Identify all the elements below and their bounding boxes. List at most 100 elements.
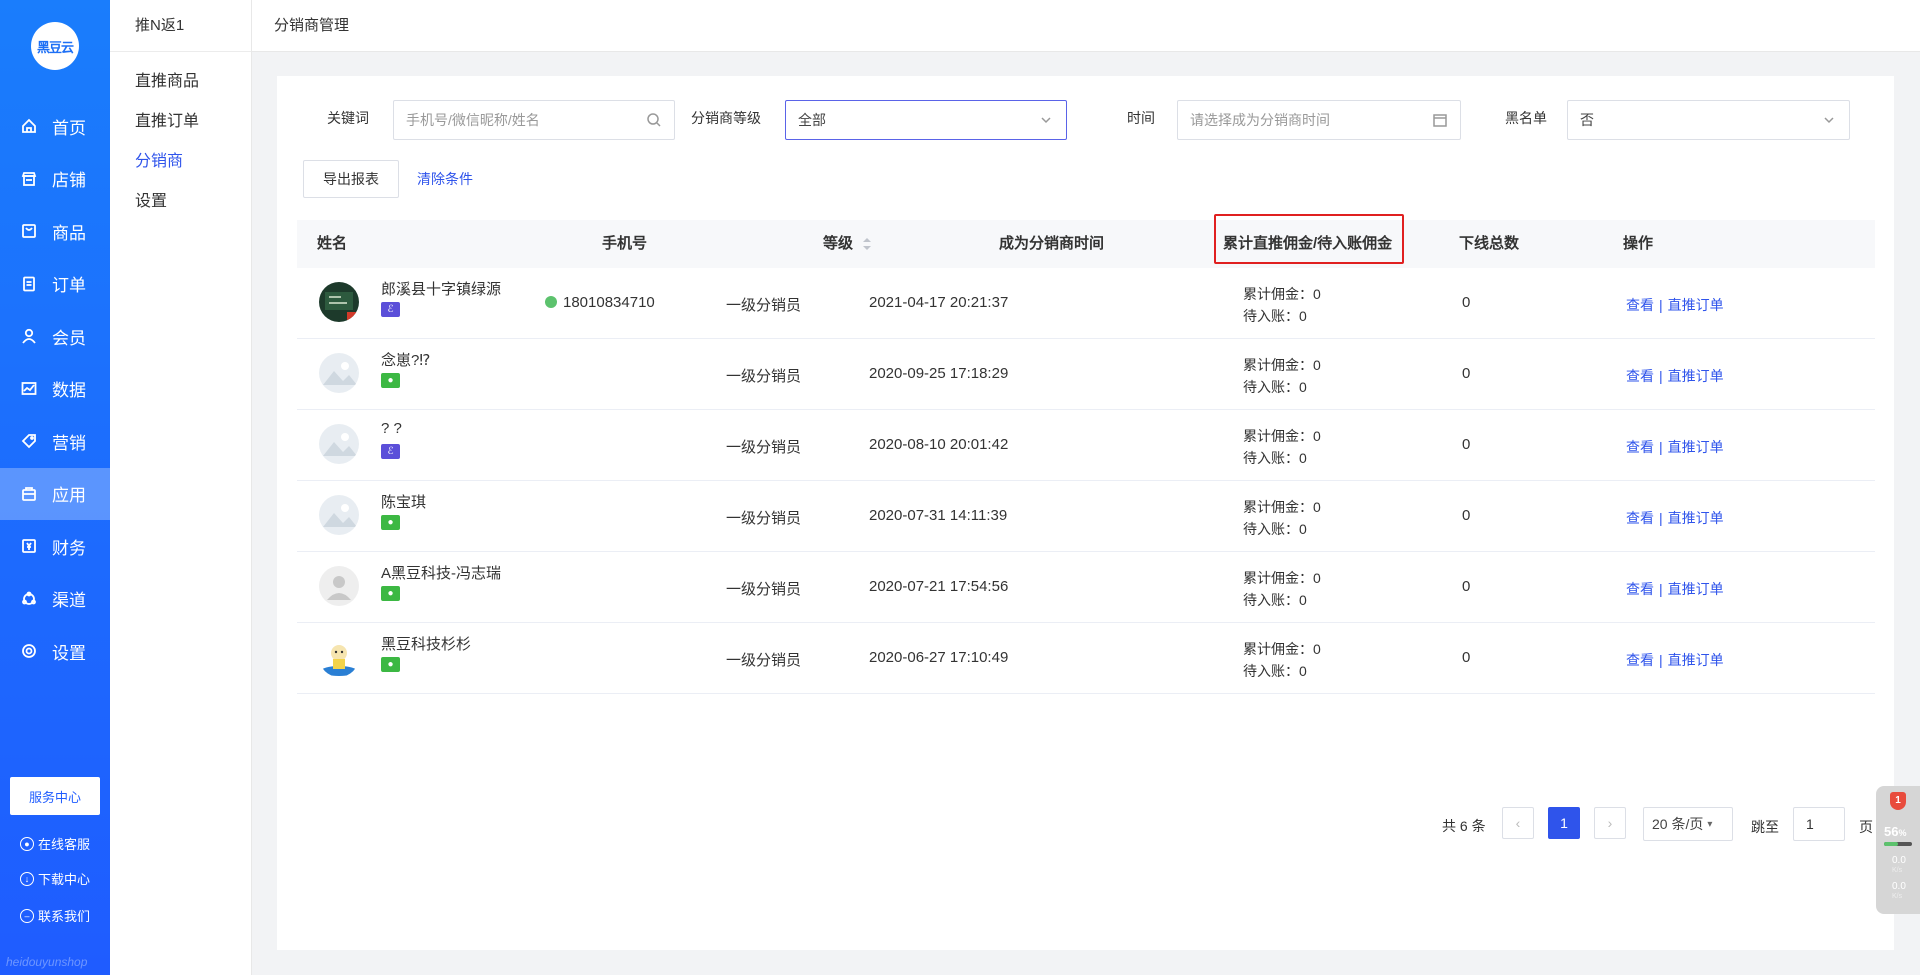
- contact-us-link[interactable]: – 联系我们: [20, 906, 90, 925]
- subnav-item[interactable]: 直推商品: [110, 62, 251, 102]
- blacklist-value: 否: [1580, 112, 1594, 128]
- subnav-item[interactable]: 设置: [110, 182, 251, 222]
- nav-item-finance[interactable]: 财务: [0, 520, 110, 573]
- pending-commission-value: 0: [1299, 450, 1307, 466]
- joined-time-cell: 2020-07-21 17:54:56: [869, 578, 1009, 595]
- nav-item-goods[interactable]: 商品: [0, 205, 110, 258]
- nav-item-tag[interactable]: 营销: [0, 415, 110, 468]
- prev-page-button[interactable]: ‹: [1502, 807, 1534, 839]
- total-commission: 累计佣金：0: [1243, 496, 1321, 518]
- top-bar: 分销商管理: [252, 0, 1920, 52]
- level-cell: 一级分销员: [726, 510, 802, 527]
- page-size-select[interactable]: 20 条/页 ▾: [1643, 807, 1733, 841]
- nav-item-app[interactable]: 应用: [0, 467, 110, 520]
- view-link[interactable]: 查看: [1626, 368, 1654, 384]
- app-icon: [20, 485, 38, 503]
- view-link[interactable]: 查看: [1626, 652, 1654, 668]
- commission-cell: 累计佣金：0 待入账：0: [1243, 638, 1321, 682]
- total-commission-value: 0: [1313, 357, 1321, 373]
- direct-orders-link[interactable]: 直推订单: [1668, 439, 1724, 455]
- table-row: ? ? ℰ 一级分销员 2020-08-10 20:01:42 累计佣金：0 待入账：0 0…: [297, 410, 1875, 481]
- nav-item-channel[interactable]: 渠道: [0, 573, 110, 626]
- watermark: heidouyunshop: [6, 955, 88, 969]
- joined-time-cell: 2020-08-10 20:01:42: [869, 436, 1009, 453]
- download-speed: 0.0 K/s: [1892, 882, 1906, 902]
- downline-count-cell: 0: [1462, 649, 1471, 666]
- direct-orders-link[interactable]: 直推订单: [1668, 297, 1724, 313]
- page-1-button[interactable]: 1: [1548, 807, 1580, 839]
- col-level[interactable]: 等级: [823, 220, 872, 268]
- nav-item-gear[interactable]: 设置: [0, 625, 110, 678]
- usage-bar: [1884, 842, 1912, 846]
- downline-count-cell: 0: [1462, 294, 1471, 311]
- avatar: [319, 495, 359, 535]
- percent-unit: %: [1898, 828, 1907, 838]
- avatar: [319, 282, 359, 322]
- view-link[interactable]: 查看: [1626, 297, 1654, 313]
- nav-item-member[interactable]: 会员: [0, 310, 110, 363]
- speed-unit: K/s: [1892, 867, 1903, 874]
- jump-page-input[interactable]: 1: [1793, 807, 1845, 841]
- downline-count-cell: 0: [1462, 507, 1471, 524]
- actions-cell: 查看 | 直推订单: [1626, 366, 1724, 386]
- view-link[interactable]: 查看: [1626, 581, 1654, 597]
- keyword-input[interactable]: 手机号/微信昵称/姓名: [393, 100, 675, 140]
- pending-commission-label: 待入账：: [1243, 663, 1299, 679]
- system-monitor-widget[interactable]: 1 56% 0.0 K/s 0.0 K/s: [1876, 786, 1920, 914]
- shield-icon: 1: [1890, 792, 1906, 810]
- joined-time-cell: 2020-07-31 14:11:39: [869, 507, 1008, 524]
- page-suffix: 页: [1859, 819, 1873, 835]
- nav-item-home[interactable]: 首页: [0, 100, 110, 153]
- sort-icon[interactable]: [863, 238, 872, 251]
- direct-orders-link[interactable]: 直推订单: [1668, 581, 1724, 597]
- nav-item-label: 会员: [52, 328, 86, 348]
- download-center-link[interactable]: ↓ 下载中心: [20, 869, 90, 888]
- table-row: 念崽?⁉ ● 一级分销员 2020-09-25 17:18:29 累计佣金：0 待入账：0…: [297, 339, 1875, 410]
- contact-us-label: 联系我们: [38, 909, 91, 924]
- direct-orders-link[interactable]: 直推订单: [1668, 652, 1724, 668]
- customer-service-icon: ●: [20, 836, 34, 851]
- tag-icon: [20, 432, 38, 450]
- blacklist-label: 黑名单: [1505, 110, 1547, 126]
- view-link[interactable]: 查看: [1626, 439, 1654, 455]
- member-icon: [20, 327, 38, 345]
- keyword-label: 关键词: [327, 110, 369, 126]
- pagination-total: 共 6 条: [1442, 818, 1486, 834]
- level-cell: 一级分销员: [726, 652, 802, 669]
- actions-cell: 查看 | 直推订单: [1626, 579, 1724, 599]
- pending-commission-value: 0: [1299, 592, 1307, 608]
- search-icon[interactable]: [646, 112, 662, 128]
- wechat-icon: ●: [381, 586, 400, 601]
- brand-logo[interactable]: 黑豆云: [31, 22, 79, 70]
- nav-item-label: 商品: [52, 223, 86, 243]
- direct-orders-link[interactable]: 直推订单: [1668, 368, 1724, 384]
- calendar-icon: [1432, 112, 1448, 128]
- wechat-icon: ●: [381, 515, 400, 530]
- level-select[interactable]: 全部: [785, 100, 1067, 140]
- subnav-item[interactable]: 直推订单: [110, 102, 251, 142]
- level-cell: 一级分销员: [726, 439, 802, 456]
- online-service-link[interactable]: ● 在线客服: [20, 834, 90, 853]
- view-link[interactable]: 查看: [1626, 510, 1654, 526]
- action-separator: |: [1659, 297, 1663, 313]
- time-picker[interactable]: 请选择成为分销商时间: [1177, 100, 1461, 140]
- nav-item-label: 渠道: [52, 591, 86, 611]
- export-report-button[interactable]: 导出报表: [303, 160, 399, 198]
- nav-item-chart[interactable]: 数据: [0, 363, 110, 416]
- nav-item-shop[interactable]: 店铺: [0, 153, 110, 206]
- blacklist-select[interactable]: 否: [1567, 100, 1850, 140]
- pending-commission: 待入账：0: [1243, 660, 1321, 682]
- nav-item-order[interactable]: 订单: [0, 258, 110, 311]
- secondary-nav: 直推商品 直推订单 分销商 设置: [110, 0, 251, 222]
- direct-orders-link[interactable]: 直推订单: [1668, 510, 1724, 526]
- pending-commission-label: 待入账：: [1243, 450, 1299, 466]
- nav-item-label: 财务: [52, 538, 86, 558]
- clear-filters-button[interactable]: 清除条件: [417, 160, 473, 198]
- subnav-item[interactable]: 分销商: [110, 142, 251, 182]
- next-page-button[interactable]: ›: [1594, 807, 1626, 839]
- service-center-button[interactable]: 服务中心: [10, 777, 100, 815]
- joined-time-cell: 2020-06-27 17:10:49: [869, 649, 1009, 666]
- chevron-down-icon: [1821, 112, 1837, 128]
- commission-cell: 累计佣金：0 待入账：0: [1243, 354, 1321, 398]
- total-commission-value: 0: [1313, 641, 1321, 657]
